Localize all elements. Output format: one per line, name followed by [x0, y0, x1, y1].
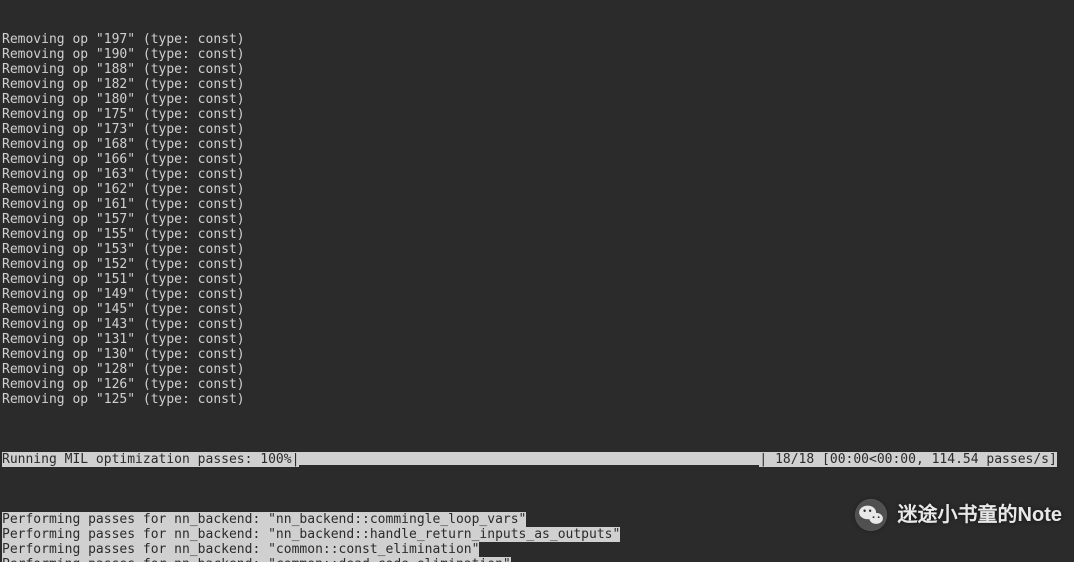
removing-op-line: Removing op "188" (type: const): [2, 62, 1072, 77]
mil-pass-line: Running MIL optimization passes: 100%| | …: [2, 452, 1072, 467]
removing-op-line: Removing op "151" (type: const): [2, 272, 1072, 287]
nn-passes-block: Performing passes for nn_backend: "nn_ba…: [2, 512, 1072, 562]
removing-op-line: Removing op "155" (type: const): [2, 227, 1072, 242]
nn-pass-text: Performing passes for nn_backend: "commo…: [2, 557, 511, 562]
removing-op-line: Removing op "128" (type: const): [2, 362, 1072, 377]
nn-pass-line: Performing passes for nn_backend: "nn_ba…: [2, 527, 1072, 542]
removing-op-line: Removing op "173" (type: const): [2, 122, 1072, 137]
removing-op-line: Removing op "162" (type: const): [2, 182, 1072, 197]
removing-op-line: Removing op "131" (type: const): [2, 332, 1072, 347]
removing-op-line: Removing op "175" (type: const): [2, 107, 1072, 122]
nn-pass-line: Performing passes for nn_backend: "commo…: [2, 557, 1072, 562]
removing-op-line: Removing op "153" (type: const): [2, 242, 1072, 257]
nn-pass-text: Performing passes for nn_backend: "nn_ba…: [2, 512, 526, 527]
removing-op-line: Removing op "180" (type: const): [2, 92, 1072, 107]
removing-op-line: Removing op "125" (type: const): [2, 392, 1072, 407]
mil-pass-text: Running MIL optimization passes: 100%|: [2, 452, 299, 467]
removing-op-line: Removing op "145" (type: const): [2, 302, 1072, 317]
removing-op-line: Removing op "130" (type: const): [2, 347, 1072, 362]
removing-op-line: Removing op "157" (type: const): [2, 212, 1072, 227]
removing-op-line: Removing op "166" (type: const): [2, 152, 1072, 167]
removing-op-line: Removing op "168" (type: const): [2, 137, 1072, 152]
terminal-output[interactable]: Removing op "197" (type: const)Removing …: [0, 0, 1074, 562]
removing-op-line: Removing op "152" (type: const): [2, 257, 1072, 272]
removing-op-line: Removing op "190" (type: const): [2, 47, 1072, 62]
removing-ops-block: Removing op "197" (type: const)Removing …: [2, 32, 1072, 407]
nn-pass-line: Performing passes for nn_backend: "commo…: [2, 542, 1072, 557]
progress-bar: [299, 452, 759, 465]
removing-op-line: Removing op "143" (type: const): [2, 317, 1072, 332]
mil-pass-suffix: | 18/18 [00:00<00:00, 114.54 passes/s]: [759, 452, 1056, 467]
removing-op-line: Removing op "197" (type: const): [2, 32, 1072, 47]
removing-op-line: Removing op "163" (type: const): [2, 167, 1072, 182]
removing-op-line: Removing op "126" (type: const): [2, 377, 1072, 392]
removing-op-line: Removing op "161" (type: const): [2, 197, 1072, 212]
removing-op-line: Removing op "182" (type: const): [2, 77, 1072, 92]
nn-pass-text: Performing passes for nn_backend: "commo…: [2, 542, 479, 557]
nn-pass-line: Performing passes for nn_backend: "nn_ba…: [2, 512, 1072, 527]
removing-op-line: Removing op "149" (type: const): [2, 287, 1072, 302]
nn-pass-text: Performing passes for nn_backend: "nn_ba…: [2, 527, 620, 542]
